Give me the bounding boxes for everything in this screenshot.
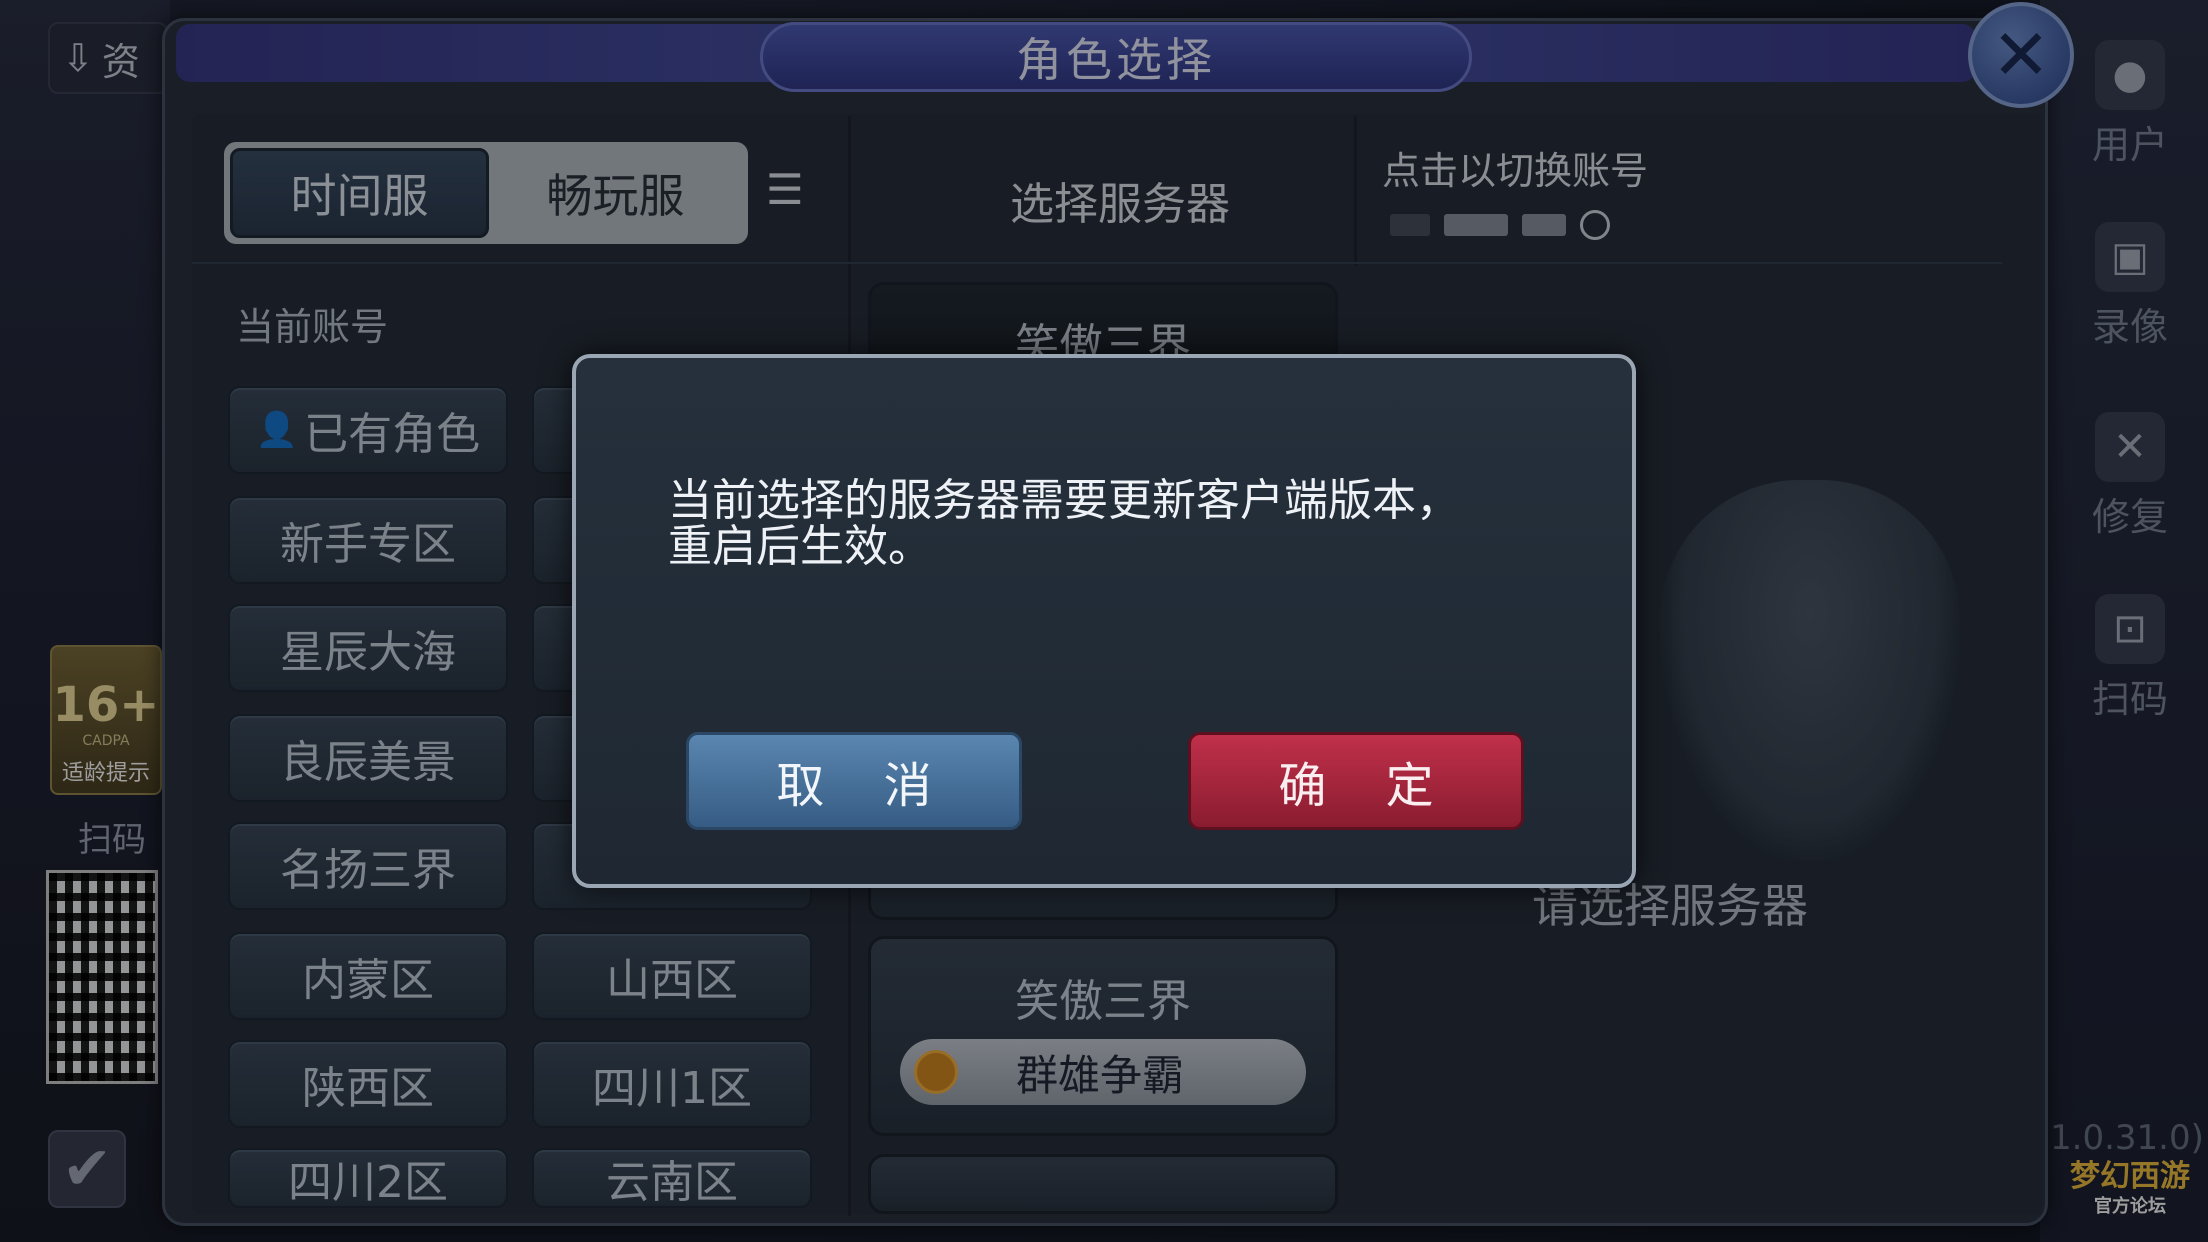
- cancel-button[interactable]: 取 消: [686, 732, 1022, 830]
- dialog-message: 当前选择的服务器需要更新客户端版本， 重启后生效。: [668, 475, 1460, 572]
- confirm-button[interactable]: 确 定: [1188, 732, 1524, 830]
